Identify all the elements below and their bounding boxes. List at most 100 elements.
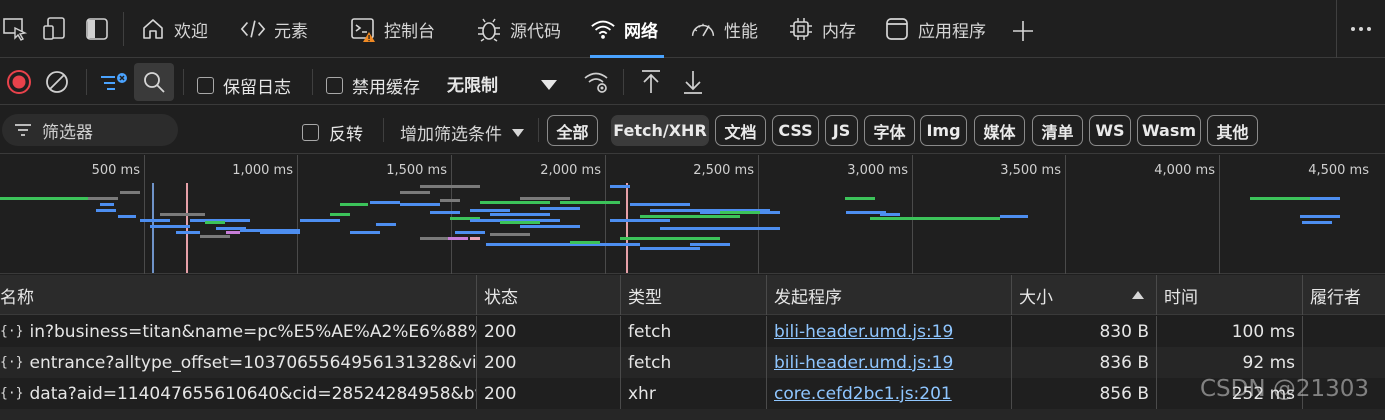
column-header-status[interactable]: 状态 <box>477 275 621 315</box>
initiator-link[interactable]: core.cefd2bc1.js:201 <box>774 384 952 404</box>
column-header-time[interactable]: 时间 <box>1157 275 1303 315</box>
table-row[interactable] <box>0 409 1385 420</box>
request-waterfall-bar <box>620 237 720 240</box>
export-har-button[interactable] <box>674 63 712 101</box>
invert-label: 反转 <box>329 125 363 145</box>
toolbar-divider <box>86 69 87 95</box>
request-waterfall-bar <box>490 213 550 216</box>
console-icon <box>350 16 376 42</box>
initiator-link[interactable]: bili-header.umd.js:19 <box>774 353 953 373</box>
checkbox-box[interactable] <box>326 77 343 94</box>
request-waterfall-bar <box>470 237 480 240</box>
time-tick-label: 1,000 ms <box>232 163 293 178</box>
fetch-braces-icon: {·} <box>0 324 24 339</box>
search-button[interactable] <box>134 63 174 101</box>
inspect-element-icon[interactable] <box>0 14 30 44</box>
type-chip-ws[interactable]: WS <box>1089 115 1131 146</box>
fetch-braces-icon: {·} <box>0 355 24 370</box>
filter-lines-icon <box>15 124 31 136</box>
column-header-name[interactable]: 名称 <box>0 275 477 315</box>
tab-elements[interactable]: 元素 <box>240 0 308 58</box>
request-waterfall-bar <box>226 231 240 234</box>
tab-application[interactable]: 应用程序 <box>884 0 986 58</box>
sort-ascending-icon <box>1132 291 1144 299</box>
tab-memory[interactable]: 内存 <box>788 0 856 58</box>
more-filters-dropdown[interactable]: 增加筛选条件 <box>400 120 524 145</box>
fulfilled-by-cell <box>1303 378 1385 409</box>
request-waterfall-bar <box>845 197 875 200</box>
tab-network[interactable]: 网络 <box>590 0 664 58</box>
request-waterfall-bar <box>880 213 900 216</box>
type-chip-other[interactable]: 其他 <box>1207 115 1258 146</box>
request-waterfall-bar <box>205 221 225 224</box>
filter-toggle-button[interactable] <box>94 63 132 101</box>
column-header-fulfilled-by[interactable]: 履行者 <box>1303 275 1385 315</box>
column-header-size[interactable]: 大小 <box>1012 275 1157 315</box>
grid-line <box>144 155 145 274</box>
type-chip-font[interactable]: 字体 <box>864 115 915 146</box>
type-chip-js[interactable]: JS <box>825 115 858 146</box>
request-waterfall-bar <box>1310 197 1340 200</box>
network-overview-timeline[interactable]: 500 ms 1,000 ms 1,500 ms 2,000 ms 2,500 … <box>0 155 1385 274</box>
filter-input[interactable]: 筛选器 <box>2 114 178 146</box>
type-chip-all[interactable]: 全部 <box>547 115 598 146</box>
type-chip-css[interactable]: CSS <box>772 115 819 146</box>
type-chip-img[interactable]: Img <box>920 115 967 146</box>
request-name[interactable]: data?aid=114047655610640&cid=28524284958… <box>29 384 476 404</box>
device-emulation-icon[interactable] <box>40 14 70 44</box>
request-name[interactable]: entrance?alltype_offset=1037065564956131… <box>29 353 476 373</box>
grid-line <box>605 155 606 274</box>
request-waterfall-bar <box>720 211 760 214</box>
time-cell: 92 ms <box>1157 347 1303 378</box>
tab-console[interactable]: 控制台 <box>350 0 435 58</box>
invert-checkbox[interactable]: 反转 <box>302 120 363 145</box>
dock-sidebar-icon[interactable] <box>82 14 112 44</box>
disable-cache-checkbox[interactable]: 禁用缓存 <box>326 73 420 98</box>
tab-label: 网络 <box>624 21 658 42</box>
column-header-type[interactable]: 类型 <box>621 275 767 315</box>
preserve-log-checkbox[interactable]: 保留日志 <box>197 73 291 98</box>
wifi-settings-icon <box>584 72 608 93</box>
initiator-link[interactable]: bili-header.umd.js:19 <box>774 322 953 342</box>
throttling-select[interactable]: 无限制 <box>447 71 498 96</box>
request-waterfall-bar <box>430 211 460 214</box>
table-row[interactable]: {·} data?aid=114047655610640&cid=28524284… <box>0 378 1385 409</box>
add-tool-plus-icon[interactable] <box>1008 16 1038 46</box>
grid-line <box>758 155 759 274</box>
request-name[interactable]: in?business=titan&name=pc%E5%AE%A2%E6%88… <box>29 322 476 342</box>
type-chip-doc[interactable]: 文档 <box>715 115 766 146</box>
type-chip-media[interactable]: 媒体 <box>974 115 1025 146</box>
time-tick-label: 3,500 ms <box>1000 163 1061 178</box>
type-cell: fetch <box>621 316 767 347</box>
load-event-marker <box>186 183 188 273</box>
request-waterfall-bar <box>120 191 140 194</box>
clear-button[interactable] <box>38 63 76 101</box>
toolbar-divider <box>312 69 313 95</box>
tab-performance[interactable]: 性能 <box>690 0 758 58</box>
wifi-icon <box>590 16 616 42</box>
time-tick-label: 3,000 ms <box>847 163 908 178</box>
chevron-down-icon[interactable] <box>541 80 557 90</box>
tab-welcome[interactable]: 欢迎 <box>140 0 208 58</box>
request-waterfall-bar <box>660 227 780 230</box>
column-header-initiator[interactable]: 发起程序 <box>767 275 1012 315</box>
home-icon <box>140 16 166 42</box>
table-row[interactable]: {·} in?business=titan&name=pc%E5%AE%A2%E6… <box>0 316 1385 347</box>
tab-label: 欢迎 <box>174 21 208 42</box>
more-options-icon[interactable] <box>1346 14 1376 44</box>
type-chip-manifest[interactable]: 清单 <box>1032 115 1083 146</box>
request-waterfall-bar <box>540 207 580 210</box>
request-waterfall-bar <box>260 231 300 234</box>
type-chip-wasm[interactable]: Wasm <box>1137 115 1201 146</box>
request-waterfall-bar <box>870 217 940 220</box>
checkbox-box[interactable] <box>302 124 319 141</box>
import-har-button[interactable] <box>632 63 670 101</box>
request-waterfall-bar <box>690 243 730 246</box>
network-conditions-button[interactable] <box>578 63 616 101</box>
tab-label: 源代码 <box>510 21 561 42</box>
stop-recording-button[interactable] <box>0 63 38 101</box>
tab-sources[interactable]: 源代码 <box>476 0 561 58</box>
checkbox-box[interactable] <box>197 77 214 94</box>
type-chip-fetch-xhr[interactable]: Fetch/XHR <box>611 115 709 146</box>
table-row[interactable]: {·} entrance?alltype_offset=1037065564956… <box>0 347 1385 378</box>
